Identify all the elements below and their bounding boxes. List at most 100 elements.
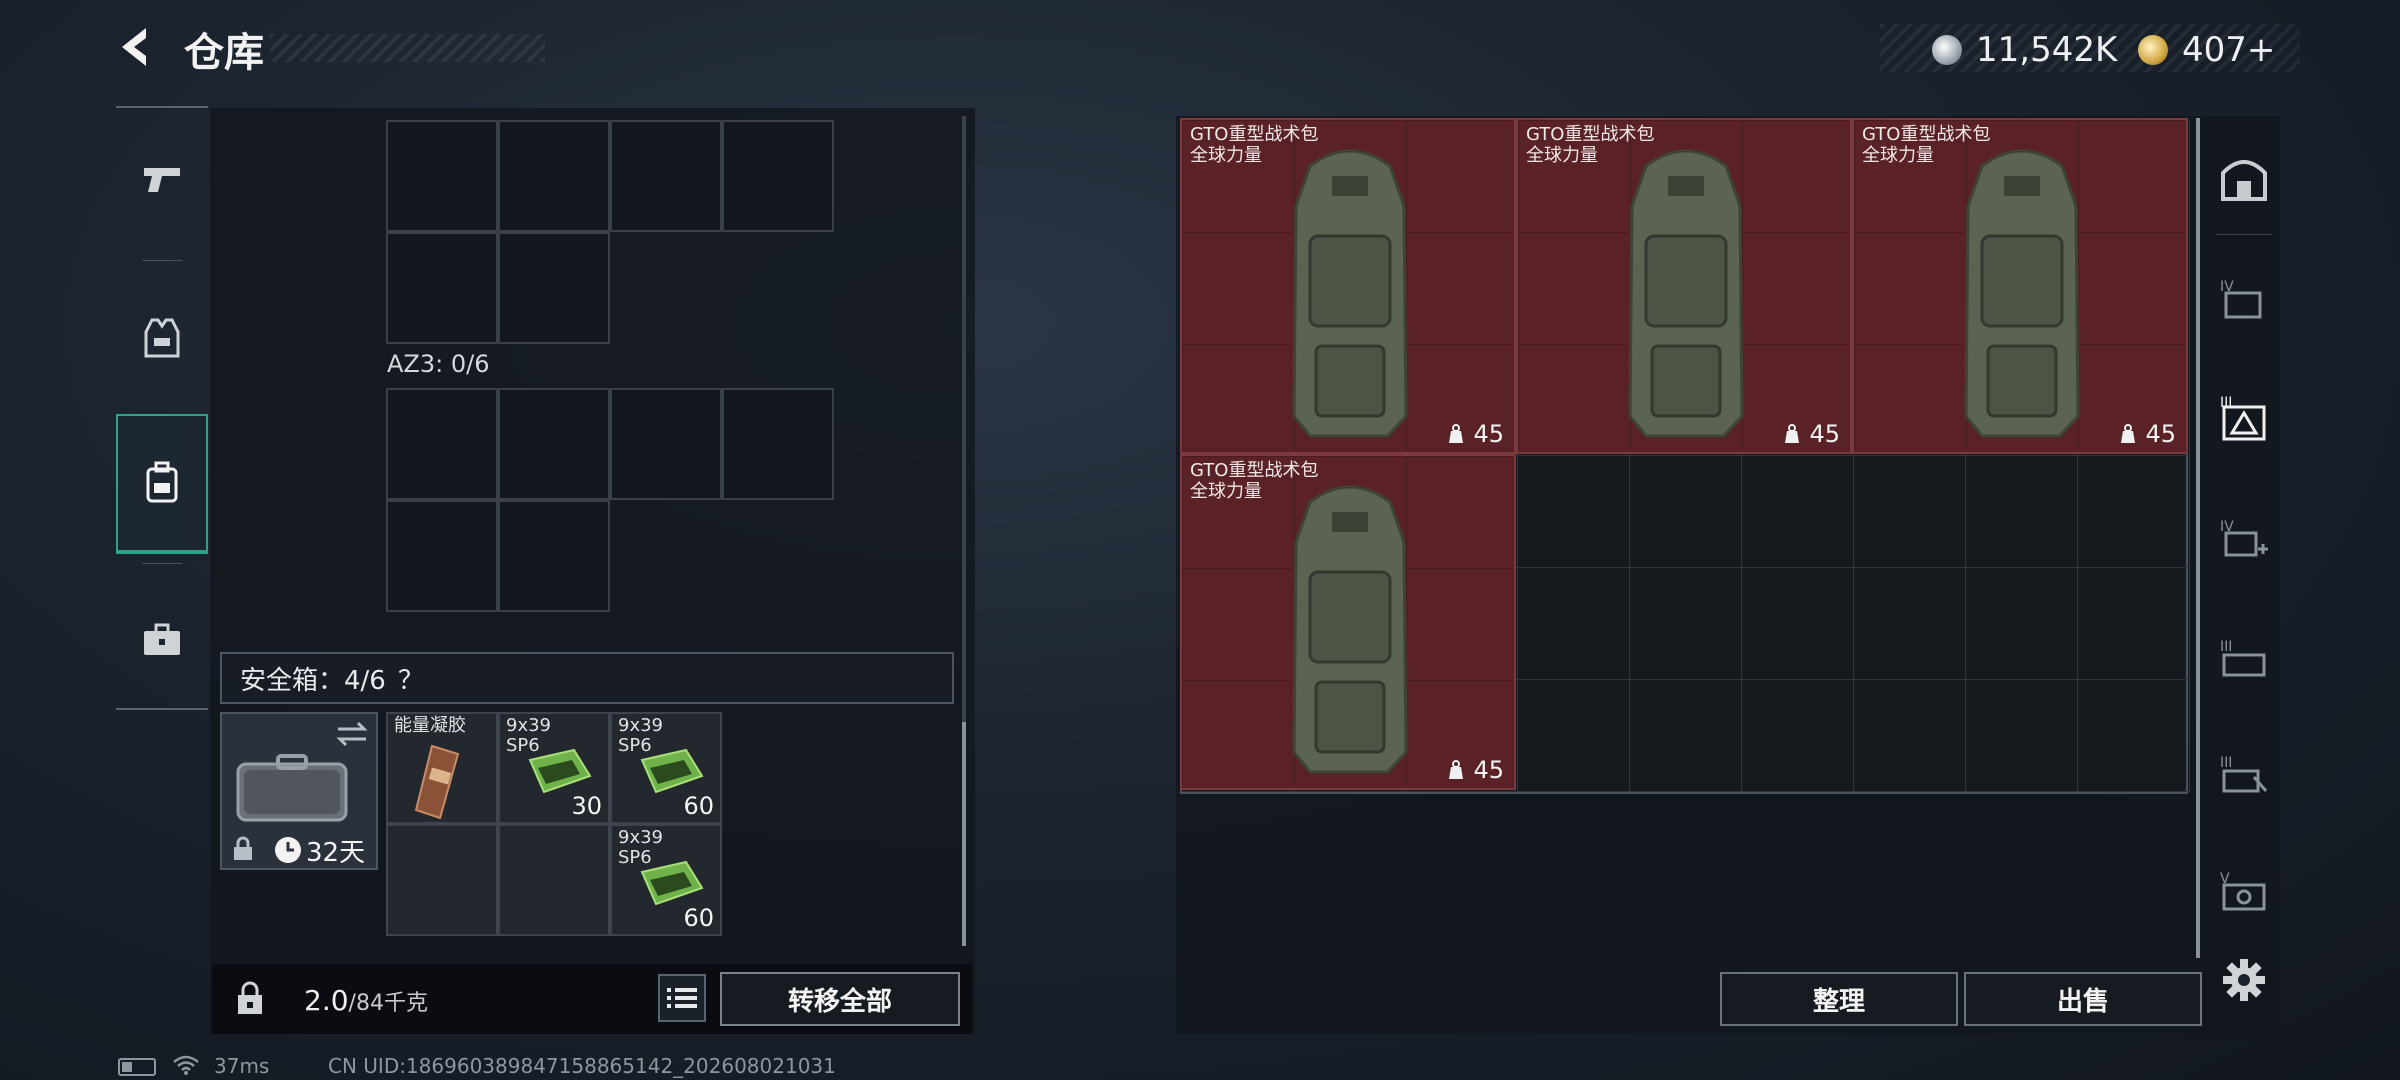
tier-filter-icon: V (2220, 871, 2266, 911)
inventory-slot[interactable] (2078, 680, 2190, 792)
grid-slot[interactable] (386, 388, 498, 500)
inventory-slot[interactable] (1966, 456, 2078, 568)
title-decoration (270, 34, 545, 62)
rail-filter-tier3-b[interactable]: III (2214, 744, 2274, 804)
capacity-value: 45 (2145, 420, 2176, 448)
safe-item-energy-gel[interactable]: 能量凝胶 (386, 712, 498, 824)
inventory-slot[interactable] (1742, 568, 1854, 680)
tier-filter-icon: IV (2220, 519, 2268, 557)
sell-button[interactable]: 出售 (1964, 972, 2202, 1026)
grid-slot[interactable] (498, 388, 610, 500)
rail-item-armor[interactable] (116, 268, 208, 408)
rail-filter-tier5[interactable]: V (2214, 860, 2274, 920)
item-sub: 全球力量 (1526, 145, 1598, 166)
ping-readout: 37ms (214, 1054, 270, 1078)
safe-case-slot[interactable]: 32天 (220, 712, 378, 870)
inventory-slot[interactable] (1854, 680, 1966, 792)
grid-slot[interactable] (498, 120, 610, 232)
backpack-item[interactable]: GTO重型战术包 全球力量 45 (1180, 454, 1516, 790)
lock-icon (234, 836, 252, 860)
grid-slot[interactable] (386, 120, 498, 232)
item-count: 60 (683, 904, 714, 932)
az3-capacity-label: AZ3: 0/6 (387, 350, 490, 378)
tier-label: III (2220, 395, 2232, 411)
wifi-icon (173, 1055, 199, 1075)
inventory-slot[interactable] (1966, 680, 2078, 792)
energy-gel-icon (414, 744, 460, 820)
back-button[interactable] (112, 22, 162, 72)
safe-item-empty[interactable] (498, 824, 610, 936)
capacity-value: 45 (1473, 756, 1504, 784)
storage-scrollbar-thumb[interactable] (962, 722, 966, 946)
safe-box-header: 安全箱：4/6 ？ (220, 652, 954, 704)
inventory-slot[interactable] (1854, 456, 1966, 568)
gold-currency[interactable]: 407+ (2138, 30, 2275, 70)
grid-slot[interactable] (386, 500, 498, 612)
weight-lock-icon (238, 981, 262, 1014)
grid-slot[interactable] (722, 388, 834, 500)
pistol-icon (144, 168, 180, 192)
grid-slot[interactable] (498, 232, 610, 344)
safe-item-ammo[interactable]: 9x39 SP6 60 (610, 712, 722, 824)
rail-item-weapons[interactable] (116, 108, 208, 248)
grid-slot[interactable] (610, 388, 722, 500)
sort-button[interactable]: 整理 (1720, 972, 1958, 1026)
inventory-slot[interactable] (1518, 456, 1630, 568)
backpack-item[interactable]: GTO重型战术包 全球力量 45 (1180, 118, 1516, 454)
grid-slot[interactable] (498, 500, 610, 612)
grid-slot[interactable] (610, 120, 722, 232)
silver-currency[interactable]: 11,542K (1932, 30, 2117, 70)
inventory-slot[interactable] (2078, 568, 2190, 680)
weight-max: /84千克 (348, 991, 428, 1016)
inventory-slot[interactable] (1966, 568, 2078, 680)
grid-slot[interactable] (386, 232, 498, 344)
rail-item-backpacks[interactable] (116, 414, 208, 554)
inventory-slot[interactable] (1742, 456, 1854, 568)
weight-lock-button[interactable] (222, 968, 278, 1028)
safe-item-ammo[interactable]: 9x39 SP6 30 (498, 712, 610, 824)
help-icon[interactable]: ？ (398, 660, 424, 697)
backpack-item[interactable]: GTO重型战术包 全球力量 45 (1516, 118, 1852, 454)
backpack-image (1964, 149, 2080, 438)
rail-item-cases[interactable] (116, 570, 208, 710)
rail-filter-tier4-b[interactable]: IV (2214, 508, 2274, 568)
item-sub: 全球力量 (1190, 481, 1262, 502)
rail-filter-tier4-a[interactable]: IV (2214, 268, 2274, 328)
silver-coin-icon (1932, 35, 1962, 65)
container-icon (2221, 160, 2267, 201)
gear-icon (2223, 959, 2265, 1001)
tier-label: III (2220, 639, 2232, 655)
weight-icon (1449, 760, 1464, 779)
inventory-slot[interactable] (1854, 568, 1966, 680)
backpack-item[interactable]: GTO重型战术包 全球力量 45 (1852, 118, 2188, 454)
weight-icon (1785, 424, 1800, 443)
inventory-slot[interactable] (1518, 680, 1630, 792)
vest-icon (144, 318, 180, 358)
back-arrow-icon (122, 28, 146, 66)
inventory-slot[interactable] (1742, 680, 1854, 792)
tier-filter-icon: III (2220, 755, 2268, 793)
settings-button[interactable] (2214, 950, 2274, 1010)
weight-display: 2.0/84千克 (304, 984, 428, 1017)
safe-item-ammo[interactable]: 9x39 SP6 60 (610, 824, 722, 936)
rail-filter-tier3-a[interactable]: III (2214, 628, 2274, 688)
clock-icon (275, 837, 301, 863)
transfer-all-button[interactable]: 转移全部 (720, 972, 960, 1026)
swap-icon[interactable] (334, 720, 370, 748)
inventory-slot[interactable] (1630, 456, 1742, 568)
rail-filter-tier3-active[interactable]: III (2214, 388, 2274, 448)
inventory-slot[interactable] (2078, 456, 2190, 568)
weight-value: 2.0 (304, 984, 349, 1017)
inventory-slot[interactable] (1630, 568, 1742, 680)
list-view-button[interactable] (658, 974, 706, 1022)
safe-item-empty[interactable] (386, 824, 498, 936)
item-sub: 全球力量 (1862, 145, 1934, 166)
inventory-slot[interactable] (1518, 568, 1630, 680)
safe-box-label: 安全箱：4/6 (240, 665, 386, 696)
inventory-slot[interactable] (1630, 680, 1742, 792)
backpack-icon (146, 461, 178, 503)
grid-slot[interactable] (722, 120, 834, 232)
list-icon (667, 988, 697, 1008)
ammo-box-icon (528, 748, 592, 794)
rail-filter-all[interactable] (2214, 148, 2274, 208)
